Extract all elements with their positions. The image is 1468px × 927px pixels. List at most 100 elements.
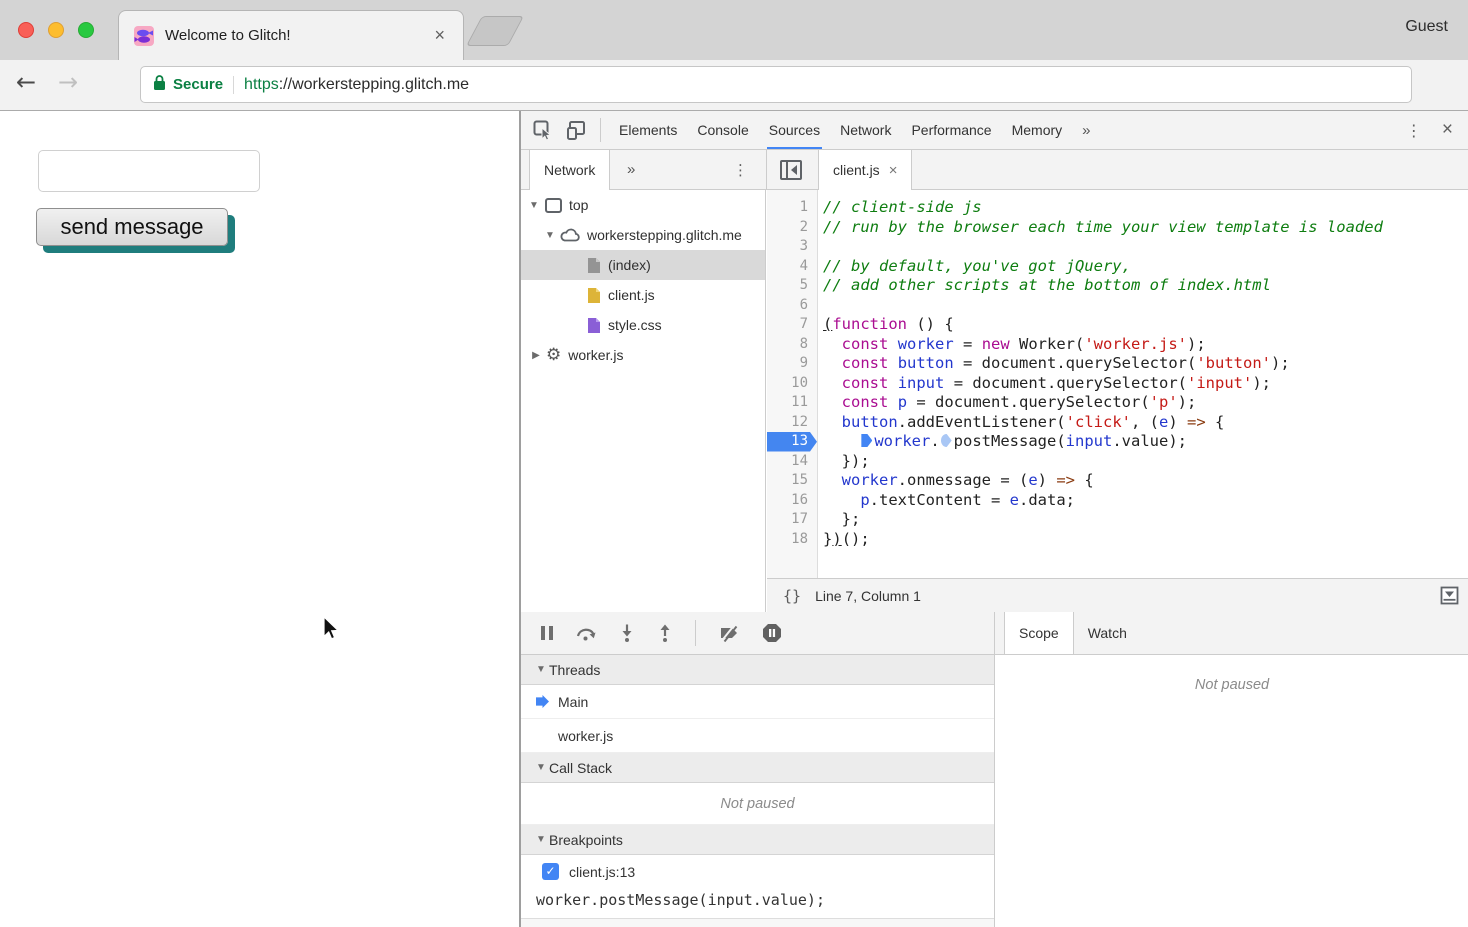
tree-item-index[interactable]: (index) — [521, 250, 765, 280]
tree-item-client-js[interactable]: client.js — [521, 280, 765, 310]
url-text[interactable]: https://workerstepping.glitch.me — [244, 76, 469, 94]
tab-close-icon[interactable]: × — [430, 25, 449, 46]
code-line[interactable]: 5// add other scripts at the bottom of i… — [767, 276, 1468, 296]
thread-item-main[interactable]: Main — [521, 685, 994, 719]
gutter-line-number[interactable]: 1 — [767, 198, 817, 218]
code-line[interactable]: 9 const button = document.querySelector(… — [767, 354, 1468, 374]
zoom-window-button[interactable] — [78, 22, 94, 38]
deactivate-breakpoints-icon[interactable] — [718, 624, 740, 642]
editor-tab-client-js[interactable]: client.js × — [818, 150, 912, 190]
tab-scope[interactable]: Scope — [1004, 612, 1074, 654]
profile-name[interactable]: Guest — [1405, 18, 1448, 36]
new-tab-button[interactable] — [466, 16, 524, 46]
gutter-line-number[interactable]: 3 — [767, 237, 817, 257]
gutter-line-number[interactable]: 16 — [767, 491, 817, 511]
tab-sources[interactable]: Sources — [759, 111, 830, 149]
device-toolbar-icon[interactable] — [566, 120, 586, 140]
gutter-line-number[interactable]: 5 — [767, 276, 817, 296]
gutter-line-number[interactable]: 2 — [767, 218, 817, 238]
back-button[interactable]: ← — [16, 68, 36, 96]
tab-console[interactable]: Console — [687, 111, 758, 149]
more-panels-icon[interactable]: » — [1072, 122, 1100, 139]
file-navigator: ▼ top ▼ workerstepping.glitch.me (index) — [521, 190, 766, 612]
active-thread-icon — [536, 695, 549, 708]
tree-item-top[interactable]: ▼ top — [521, 190, 765, 220]
breakpoint-code-snippet[interactable]: worker.postMessage(input.value); — [521, 888, 994, 915]
breakpoints-section-header[interactable]: ▼ Breakpoints — [521, 825, 994, 855]
step-over-icon[interactable] — [575, 624, 597, 642]
navigator-menu-icon[interactable]: ⋮ — [733, 150, 748, 190]
gutter-line-number[interactable]: 18 — [767, 530, 817, 550]
tree-item-worker-js[interactable]: ▶ ⚙ worker.js — [521, 340, 765, 370]
section-expanded-icon: ▼ — [533, 834, 549, 845]
code-line[interactable]: 7(function () { — [767, 315, 1468, 335]
send-message-button[interactable]: send message — [36, 208, 228, 246]
code-line[interactable]: 11 const p = document.querySelector('p')… — [767, 393, 1468, 413]
tree-collapsed-icon[interactable]: ▶ — [530, 350, 542, 361]
gutter-line-number[interactable]: 6 — [767, 296, 817, 316]
devtools-menu-icon[interactable]: ⋮ — [1390, 121, 1438, 140]
editor-tab-close-icon[interactable]: × — [889, 162, 898, 179]
pause-script-icon[interactable] — [541, 626, 553, 640]
toggle-breakpoints-dock-icon[interactable] — [1440, 586, 1459, 605]
code-line[interactable]: 3 — [767, 237, 1468, 257]
browser-tab[interactable]: Welcome to Glitch! × — [118, 10, 464, 60]
address-bar[interactable]: Secure https://workerstepping.glitch.me — [140, 66, 1412, 103]
gutter-line-number[interactable]: 10 — [767, 374, 817, 394]
gutter-line-number[interactable]: 12 — [767, 413, 817, 433]
tab-network[interactable]: Network — [830, 111, 901, 149]
code-line[interactable]: 6 — [767, 296, 1468, 316]
code-line[interactable]: 8 const worker = new Worker('worker.js')… — [767, 335, 1468, 355]
gutter-line-number[interactable]: 17 — [767, 510, 817, 530]
code-line[interactable]: 18})(); — [767, 530, 1468, 550]
code-line[interactable]: 12 button.addEventListener('click', (e) … — [767, 413, 1468, 433]
tab-elements[interactable]: Elements — [609, 111, 687, 149]
code-line[interactable]: 14 }); — [767, 452, 1468, 472]
tree-expanded-icon[interactable]: ▼ — [544, 230, 556, 241]
code-lines: 1// client-side js2// run by the browser… — [767, 198, 1468, 549]
navigator-more-tabs-icon[interactable]: » — [627, 150, 635, 190]
gutter-line-number[interactable]: 14 — [767, 452, 817, 472]
code-line[interactable]: 16 p.textContent = e.data; — [767, 491, 1468, 511]
step-out-icon[interactable] — [657, 623, 673, 643]
close-window-button[interactable] — [18, 22, 34, 38]
code-line[interactable]: 1// client-side js — [767, 198, 1468, 218]
hide-navigator-icon[interactable] — [779, 158, 803, 185]
breakpoint-checkbox[interactable]: ✓ — [542, 863, 559, 880]
gutter-line-number[interactable]: 4 — [767, 257, 817, 277]
tab-watch[interactable]: Watch — [1074, 612, 1141, 654]
tab-title: Welcome to Glitch! — [165, 27, 430, 44]
step-location-marker-icon[interactable] — [861, 434, 872, 447]
tree-item-origin[interactable]: ▼ workerstepping.glitch.me — [521, 220, 765, 250]
code-line[interactable]: 4// by default, you've got jQuery, — [767, 257, 1468, 277]
step-into-icon[interactable] — [619, 623, 635, 643]
minimize-window-button[interactable] — [48, 22, 64, 38]
navigator-network-tab[interactable]: Network — [529, 150, 610, 190]
gutter-line-number[interactable]: 11 — [767, 393, 817, 413]
tab-memory[interactable]: Memory — [1002, 111, 1073, 149]
devtools-close-icon[interactable]: × — [1438, 119, 1468, 141]
pause-on-exceptions-icon[interactable] — [762, 623, 782, 643]
thread-item-worker[interactable]: worker.js — [521, 719, 994, 753]
step-location-marker-icon[interactable] — [941, 434, 952, 447]
breakpoint-line-number[interactable]: 13 — [767, 432, 817, 452]
threads-section-header[interactable]: ▼ Threads — [521, 655, 994, 685]
gutter-line-number[interactable]: 9 — [767, 354, 817, 374]
gutter-line-number[interactable]: 15 — [767, 471, 817, 491]
code-line[interactable]: 13 worker.postMessage(input.value); — [767, 432, 1468, 452]
gutter-line-number[interactable]: 8 — [767, 335, 817, 355]
secure-lock-icon[interactable] — [153, 74, 166, 96]
code-line[interactable]: 2// run by the browser each time your vi… — [767, 218, 1468, 238]
code-line[interactable]: 10 const input = document.querySelector(… — [767, 374, 1468, 394]
code-line[interactable]: 17 }; — [767, 510, 1468, 530]
tree-item-style-css[interactable]: style.css — [521, 310, 765, 340]
pretty-print-icon[interactable]: {} — [783, 587, 801, 605]
call-stack-section-header[interactable]: ▼ Call Stack — [521, 753, 994, 783]
gutter-line-number[interactable]: 7 — [767, 315, 817, 335]
inspect-element-icon[interactable] — [533, 120, 554, 140]
code-line[interactable]: 15 worker.onmessage = (e) => { — [767, 471, 1468, 491]
tab-performance[interactable]: Performance — [901, 111, 1001, 149]
breakpoint-entry[interactable]: ✓ client.js:13 — [521, 855, 994, 888]
tree-expanded-icon[interactable]: ▼ — [528, 200, 540, 211]
message-input[interactable] — [38, 150, 260, 192]
